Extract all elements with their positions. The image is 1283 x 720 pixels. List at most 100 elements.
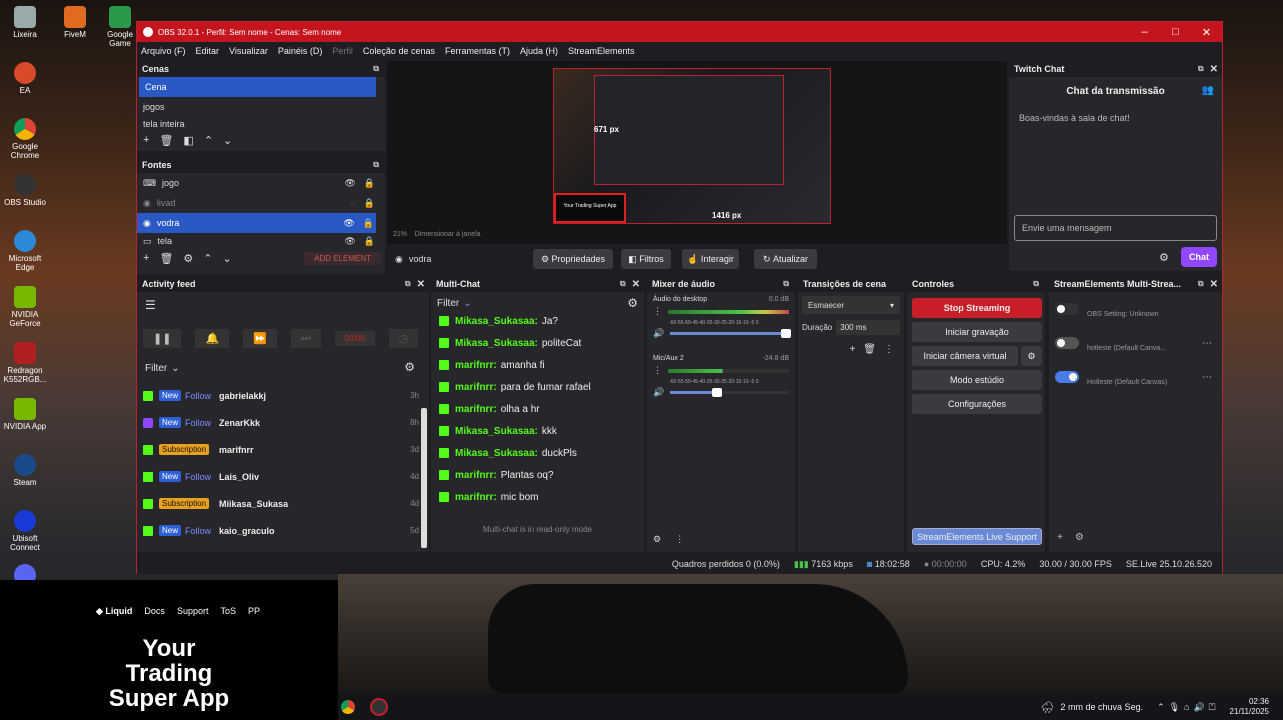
interact-button[interactable]: ☝ Interagir (682, 249, 739, 269)
multichat-filter[interactable]: Filter ⌄ ⚙ (431, 292, 644, 314)
source-item[interactable]: ▭ tela 👁 🔒 (137, 233, 385, 249)
promo-link[interactable]: ToS (220, 606, 236, 617)
obs-taskbar-icon[interactable] (370, 698, 388, 716)
preview-area[interactable]: 671 px 1416 px Your Trading Super App 21… (387, 61, 1007, 244)
chat-username[interactable]: marifnrr: (455, 360, 497, 371)
chat-username[interactable]: marifnrr: (455, 470, 497, 481)
pause-icon[interactable]: ❚❚ (143, 328, 182, 348)
source-item[interactable]: ⌨ jogo 👁 🔒 (137, 173, 385, 193)
nvidia-app-icon[interactable]: NVIDIA App (0, 398, 50, 431)
activity-row[interactable]: New Follow Lais_Oliv 4d (137, 463, 429, 490)
close-icon[interactable]: ✕ (1210, 279, 1218, 290)
weather-icon[interactable]: 🌧 (1041, 701, 1055, 714)
gear-icon[interactable]: ⚙ (1159, 251, 1169, 264)
promo-link[interactable]: PP (248, 606, 260, 617)
start-recording-button[interactable]: Iniciar gravação (912, 322, 1042, 342)
gear-icon[interactable]: ⚙ (627, 296, 638, 310)
studio-mode-button[interactable]: Modo estúdio (912, 370, 1042, 390)
lock-icon[interactable]: 🔒 (364, 198, 375, 209)
scene-item[interactable]: Cena (139, 77, 376, 97)
more-vertical-icon[interactable]: ⋮ (653, 365, 662, 376)
weather-text[interactable]: 2 mm de chuva Seg. (1061, 702, 1144, 712)
eye-icon[interactable]: 👁 (344, 236, 355, 247)
minimize-icon[interactable]: – (1129, 26, 1160, 39)
start-virtual-camera-button[interactable]: Iniciar câmera virtual (912, 346, 1018, 366)
chat-username[interactable]: marifnrr: (455, 492, 497, 503)
gear-icon[interactable]: ⚙ (183, 252, 193, 265)
toggle-switch[interactable] (1055, 337, 1079, 349)
toggle-switch[interactable] (1055, 303, 1079, 315)
recycle-bin-icon[interactable]: Lixeira (0, 6, 50, 39)
menu-edit[interactable]: Editar (196, 46, 220, 56)
stop-streaming-button[interactable]: Stop Streaming (912, 298, 1042, 318)
close-icon[interactable]: ✕ (417, 279, 425, 290)
scrollbar[interactable] (421, 408, 427, 548)
chat-message-input[interactable]: Envie uma mensagem (1014, 215, 1217, 241)
undock-icon[interactable]: ⧉ (373, 64, 379, 74)
gear-icon[interactable]: ⚙ (1021, 346, 1042, 366)
undock-icon[interactable]: ⧉ (1198, 279, 1204, 289)
menu-scene-collection[interactable]: Coleção de cenas (363, 46, 435, 56)
undock-icon[interactable]: ⧉ (620, 279, 626, 289)
add-element-button[interactable]: ADD ELEMENT (304, 251, 381, 265)
chat-username[interactable]: Mikasa_Sukasaa: (455, 316, 538, 327)
chat-username[interactable]: marifnrr: (455, 404, 497, 415)
eye-icon[interactable]: 👁 (343, 218, 354, 229)
live-support-button[interactable]: StreamElements Live Support (912, 528, 1042, 545)
menu-streamelements[interactable]: StreamElements (568, 46, 635, 56)
eye-off-icon[interactable]: ◌ (350, 198, 355, 208)
undock-icon[interactable]: ⧉ (783, 279, 789, 289)
eye-icon[interactable]: 👁 (344, 178, 355, 189)
add-icon[interactable]: + (1057, 532, 1063, 543)
menu-file[interactable]: Arquivo (F) (141, 46, 186, 56)
add-icon[interactable]: + (849, 344, 855, 355)
more-vertical-icon[interactable]: ⋮ (675, 534, 684, 545)
activity-row[interactable]: New Follow ZenarKkk 8h (137, 409, 429, 436)
chevron-down-icon[interactable]: ⌄ (223, 134, 232, 147)
close-icon[interactable]: ✕ (1210, 64, 1218, 75)
filters-button[interactable]: ◧ Filtros (621, 249, 671, 269)
chrome-icon[interactable]: Google Chrome (0, 118, 50, 160)
activity-row[interactable]: New Follow kaio_graculo 5d (137, 517, 429, 544)
menu-help[interactable]: Ajuda (H) (520, 46, 558, 56)
ea-icon[interactable]: EA (0, 62, 50, 95)
chat-username[interactable]: Mikasa_Sukasaa: (455, 448, 538, 459)
source-item[interactable]: ◉ vodra 👁 🔒 (137, 213, 376, 233)
undock-icon[interactable]: ⧉ (1033, 279, 1039, 289)
trash-icon[interactable]: 🗑 (863, 344, 876, 355)
add-icon[interactable]: + (143, 252, 149, 264)
lock-icon[interactable]: 🔒 (364, 178, 375, 189)
preview-canvas[interactable]: 671 px 1416 px Your Trading Super App (553, 68, 831, 224)
undock-icon[interactable]: ⧉ (373, 160, 379, 170)
more-vertical-icon[interactable]: ⋮ (653, 306, 662, 317)
chat-username[interactable]: Mikasa_Sukasaa: (455, 426, 538, 437)
add-icon[interactable]: + (143, 134, 149, 146)
chevron-up-icon[interactable]: ⌃ (204, 134, 213, 147)
undock-icon[interactable]: ⧉ (405, 279, 411, 289)
redragon-icon[interactable]: Redragon K552RGB... (0, 342, 50, 384)
chat-username[interactable]: marifnrr: (455, 382, 497, 393)
lock-icon[interactable]: 🔒 (364, 236, 375, 247)
skip-icon[interactable]: ⏭ (290, 328, 321, 348)
refresh-button[interactable]: ↻ Atualizar (754, 249, 817, 269)
speaker-icon[interactable]: 🔊 (653, 387, 664, 398)
activity-row[interactable]: New Follow gabrielakkj 3h (137, 382, 429, 409)
scene-item[interactable]: jogos (137, 97, 385, 117)
chat-username[interactable]: Mikasa_Sukasaa: (455, 338, 538, 349)
volume-slider[interactable] (670, 388, 789, 397)
chevron-up-icon[interactable]: ⌃ (203, 252, 212, 265)
obs-studio-icon[interactable]: OBS Studio (0, 174, 50, 207)
clock-icon[interactable]: ◷ (388, 328, 419, 348)
promo-link[interactable]: Docs (144, 606, 165, 617)
trash-icon[interactable]: 🗑 (159, 252, 173, 265)
chat-send-button[interactable]: Chat (1181, 247, 1217, 267)
gear-icon[interactable]: ⚙ (1075, 532, 1084, 543)
menu-docks[interactable]: Painéis (D) (278, 46, 323, 56)
users-icon[interactable]: 👥 (1202, 85, 1214, 96)
gear-icon[interactable]: ⚙ (404, 360, 415, 374)
activity-filter[interactable]: Filter ⌄ ⚙ (137, 354, 429, 382)
transition-select[interactable]: Esmaecer ▾ (802, 296, 900, 314)
edge-icon[interactable]: Microsoft Edge (0, 230, 50, 272)
lock-icon[interactable]: 🔒 (363, 218, 374, 229)
alert-counter[interactable]: 00:00 (334, 330, 375, 346)
